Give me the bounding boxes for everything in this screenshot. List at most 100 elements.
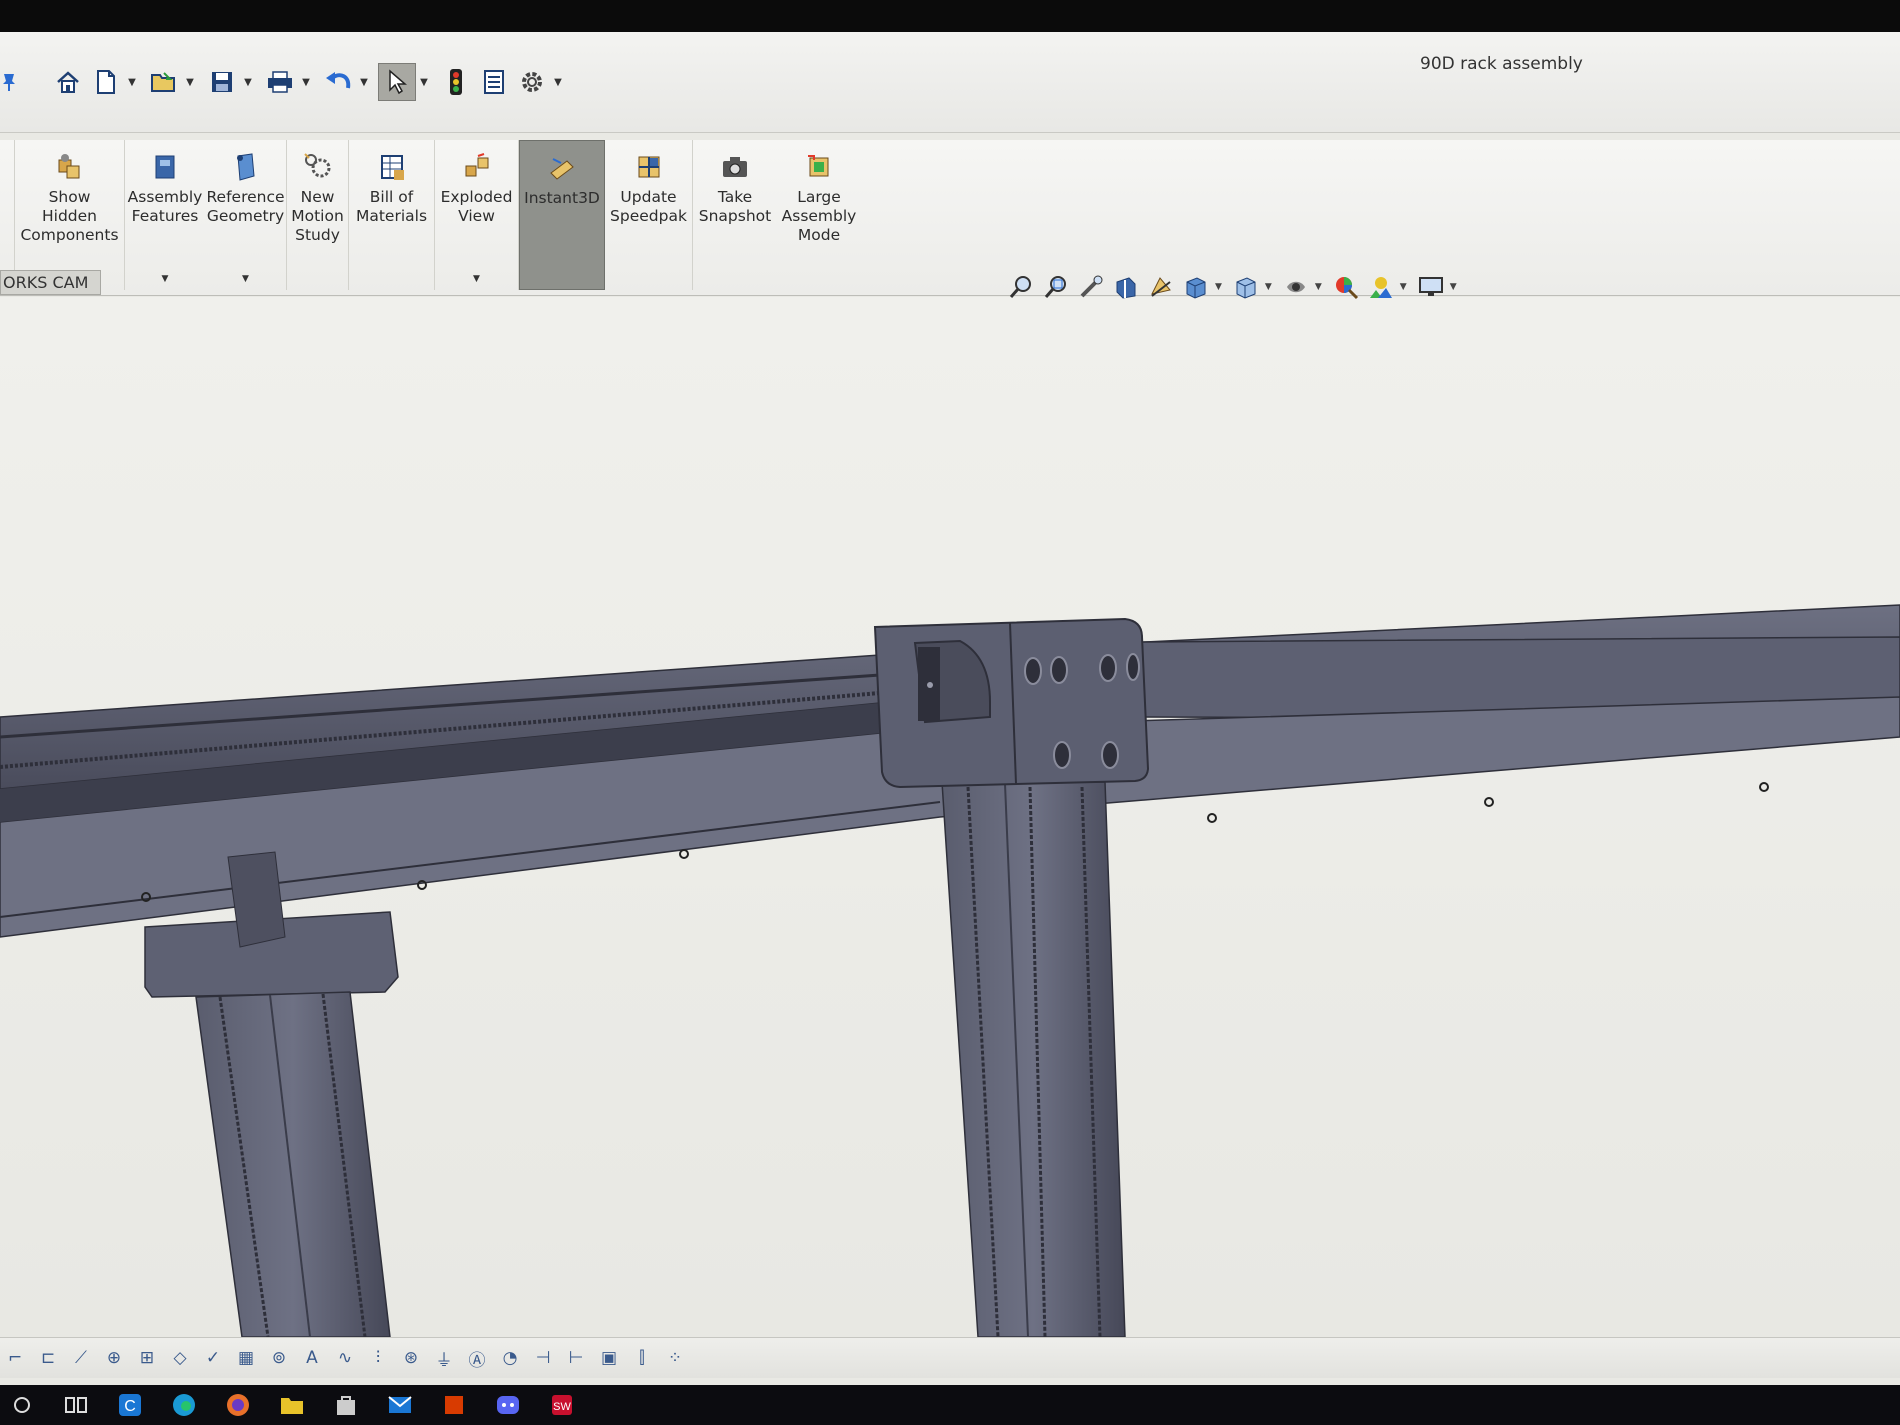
previous-view-icon[interactable]	[1075, 271, 1107, 303]
reference-geometry-button[interactable]: Reference Geometry ▼	[205, 140, 287, 290]
update-speedpak-label: Update Speedpak	[610, 188, 687, 225]
exploded-view-button[interactable]: Exploded View ▼	[435, 140, 519, 290]
large-assembly-mode-button[interactable]: Large Assembly Mode	[777, 140, 861, 290]
display-style-dropdown-chevron-icon[interactable]: ▼	[1265, 282, 1272, 292]
file-explorer-icon[interactable]	[270, 1385, 314, 1425]
graphics-area[interactable]	[0, 297, 1900, 1337]
command-manager-tabs: ORKS CAM	[0, 270, 102, 296]
view-settings-dropdown-chevron-icon[interactable]: ▼	[1450, 282, 1457, 292]
apply-scene-dropdown-chevron-icon[interactable]: ▼	[1400, 282, 1407, 292]
command-manager-left-edge	[0, 140, 15, 290]
select-cursor-icon[interactable]	[378, 63, 416, 101]
extend-tool-icon[interactable]: ⊢	[561, 1343, 591, 1373]
tab-solidworks-cam[interactable]: ORKS CAM	[0, 270, 102, 295]
section-view-icon[interactable]	[1110, 271, 1142, 303]
exploded-view-icon	[460, 150, 494, 184]
reference-geometry-dropdown-chevron-icon[interactable]: ▼	[242, 274, 249, 284]
cortana-icon[interactable]: C	[108, 1385, 152, 1425]
zoom-to-fit-icon[interactable]	[1005, 271, 1037, 303]
camera-snapshot-icon	[718, 150, 752, 184]
update-speedpak-icon	[632, 150, 666, 184]
undo-dropdown-chevron-icon[interactable]: ▼	[358, 64, 370, 100]
exploded-view-dropdown-chevron-icon[interactable]: ▼	[473, 274, 480, 284]
annotation-tool-icon[interactable]: Ⓐ	[462, 1343, 492, 1373]
large-assembly-mode-label: Large Assembly Mode	[781, 188, 857, 244]
rail-hole	[1759, 782, 1769, 792]
rebuild-traffic-light-icon[interactable]	[438, 64, 474, 100]
hide-show-items-icon[interactable]	[1280, 271, 1312, 303]
view-settings-monitor-icon[interactable]	[1415, 271, 1447, 303]
print-dropdown-chevron-icon[interactable]: ▼	[300, 64, 312, 100]
home-icon[interactable]	[50, 64, 86, 100]
instant3d-button[interactable]: Instant3D	[519, 140, 605, 290]
bracket-bolt-hole	[1101, 741, 1119, 769]
display-style-icon[interactable]	[1230, 271, 1262, 303]
discord-icon[interactable]	[486, 1385, 530, 1425]
application-window: ▼ ▼ ▼ ▼ ▼ ▼ ▼ 90D rack assembly Show Hid…	[0, 32, 1900, 1402]
edge-browser-icon[interactable]	[162, 1385, 206, 1425]
rectangle-tool-icon[interactable]: ⊏	[33, 1343, 63, 1373]
open-folder-icon[interactable]	[146, 64, 182, 100]
corner-rectangle-icon[interactable]: ⌐	[0, 1343, 30, 1373]
line-tool-icon[interactable]: ⟋	[66, 1343, 96, 1373]
search-circle-icon[interactable]	[0, 1385, 44, 1425]
apply-scene-icon[interactable]	[1365, 271, 1397, 303]
assembly-features-icon	[148, 150, 182, 184]
assembly-features-label: Assembly Features	[127, 188, 203, 225]
inspect-tool-icon[interactable]: ⊛	[396, 1343, 426, 1373]
options-gear-icon[interactable]	[514, 64, 550, 100]
fillet-tool-icon[interactable]: ◇	[165, 1343, 195, 1373]
hatch-tool-icon[interactable]: ⫶	[363, 1343, 393, 1373]
undo-icon[interactable]	[320, 64, 356, 100]
pin-icon[interactable]	[0, 64, 18, 100]
pattern-tool-icon[interactable]: ⁘	[660, 1343, 690, 1373]
show-hidden-components-icon	[53, 150, 87, 184]
solidworks-taskbar-icon[interactable]: SW	[540, 1385, 584, 1425]
print-icon[interactable]	[262, 64, 298, 100]
mirror-tool-icon[interactable]: ⫿	[627, 1343, 657, 1373]
store-bag-icon[interactable]	[324, 1385, 368, 1425]
take-snapshot-button[interactable]: Take Snapshot	[693, 140, 777, 290]
block-tool-icon[interactable]: ▣	[594, 1343, 624, 1373]
save-dropdown-chevron-icon[interactable]: ▼	[242, 64, 254, 100]
update-speedpak-button[interactable]: Update Speedpak	[605, 140, 693, 290]
new-document-icon[interactable]	[88, 64, 124, 100]
show-hidden-components-button[interactable]: Show Hidden Components	[15, 140, 125, 290]
options-dropdown-chevron-icon[interactable]: ▼	[552, 64, 564, 100]
spline-tool-icon[interactable]: ∿	[330, 1343, 360, 1373]
datum-tool-icon[interactable]: ⏚	[429, 1343, 459, 1373]
view-orientation-icon[interactable]	[1180, 271, 1212, 303]
edit-appearance-icon[interactable]	[1330, 271, 1362, 303]
heads-up-view-toolbar: ▼ ▼ ▼ ▼ ▼	[1005, 268, 1465, 306]
bill-of-materials-button[interactable]: Bill of Materials	[349, 140, 435, 290]
office-icon[interactable]	[432, 1385, 476, 1425]
construction-geometry-icon[interactable]: ⊞	[132, 1343, 162, 1373]
relations-icon[interactable]: ▦	[231, 1343, 261, 1373]
point-tool-icon[interactable]: ⊕	[99, 1343, 129, 1373]
save-icon[interactable]	[204, 64, 240, 100]
mail-icon[interactable]	[378, 1385, 422, 1425]
new-dropdown-chevron-icon[interactable]: ▼	[126, 64, 138, 100]
file-properties-icon[interactable]	[476, 64, 512, 100]
new-motion-study-label: New Motion Study	[291, 188, 344, 244]
view-orientation-dropdown-chevron-icon[interactable]: ▼	[1215, 282, 1222, 292]
trim-tool-icon[interactable]: ⊣	[528, 1343, 558, 1373]
open-dropdown-chevron-icon[interactable]: ▼	[184, 64, 196, 100]
select-dropdown-chevron-icon[interactable]: ▼	[418, 64, 430, 100]
rack-assembly-model[interactable]	[0, 297, 1900, 1337]
zoom-sketch-icon[interactable]: ⊚	[264, 1343, 294, 1373]
firefox-icon[interactable]	[216, 1385, 260, 1425]
center-mark-icon[interactable]: ◔	[495, 1343, 525, 1373]
hide-show-dropdown-chevron-icon[interactable]: ▼	[1315, 282, 1322, 292]
assembly-features-button[interactable]: Assembly Features ▼	[125, 140, 205, 290]
zoom-to-area-icon[interactable]	[1040, 271, 1072, 303]
smart-dimension-icon[interactable]: ✓	[198, 1343, 228, 1373]
assembly-features-dropdown-chevron-icon[interactable]: ▼	[162, 274, 169, 284]
reference-geometry-icon	[229, 150, 263, 184]
text-tool-icon[interactable]: A	[297, 1343, 327, 1373]
left-vertical-post[interactable]	[195, 991, 391, 1337]
task-view-icon[interactable]	[54, 1385, 98, 1425]
large-assembly-mode-icon	[802, 150, 836, 184]
new-motion-study-button[interactable]: New Motion Study	[287, 140, 349, 290]
dynamic-annotation-icon[interactable]	[1145, 271, 1177, 303]
